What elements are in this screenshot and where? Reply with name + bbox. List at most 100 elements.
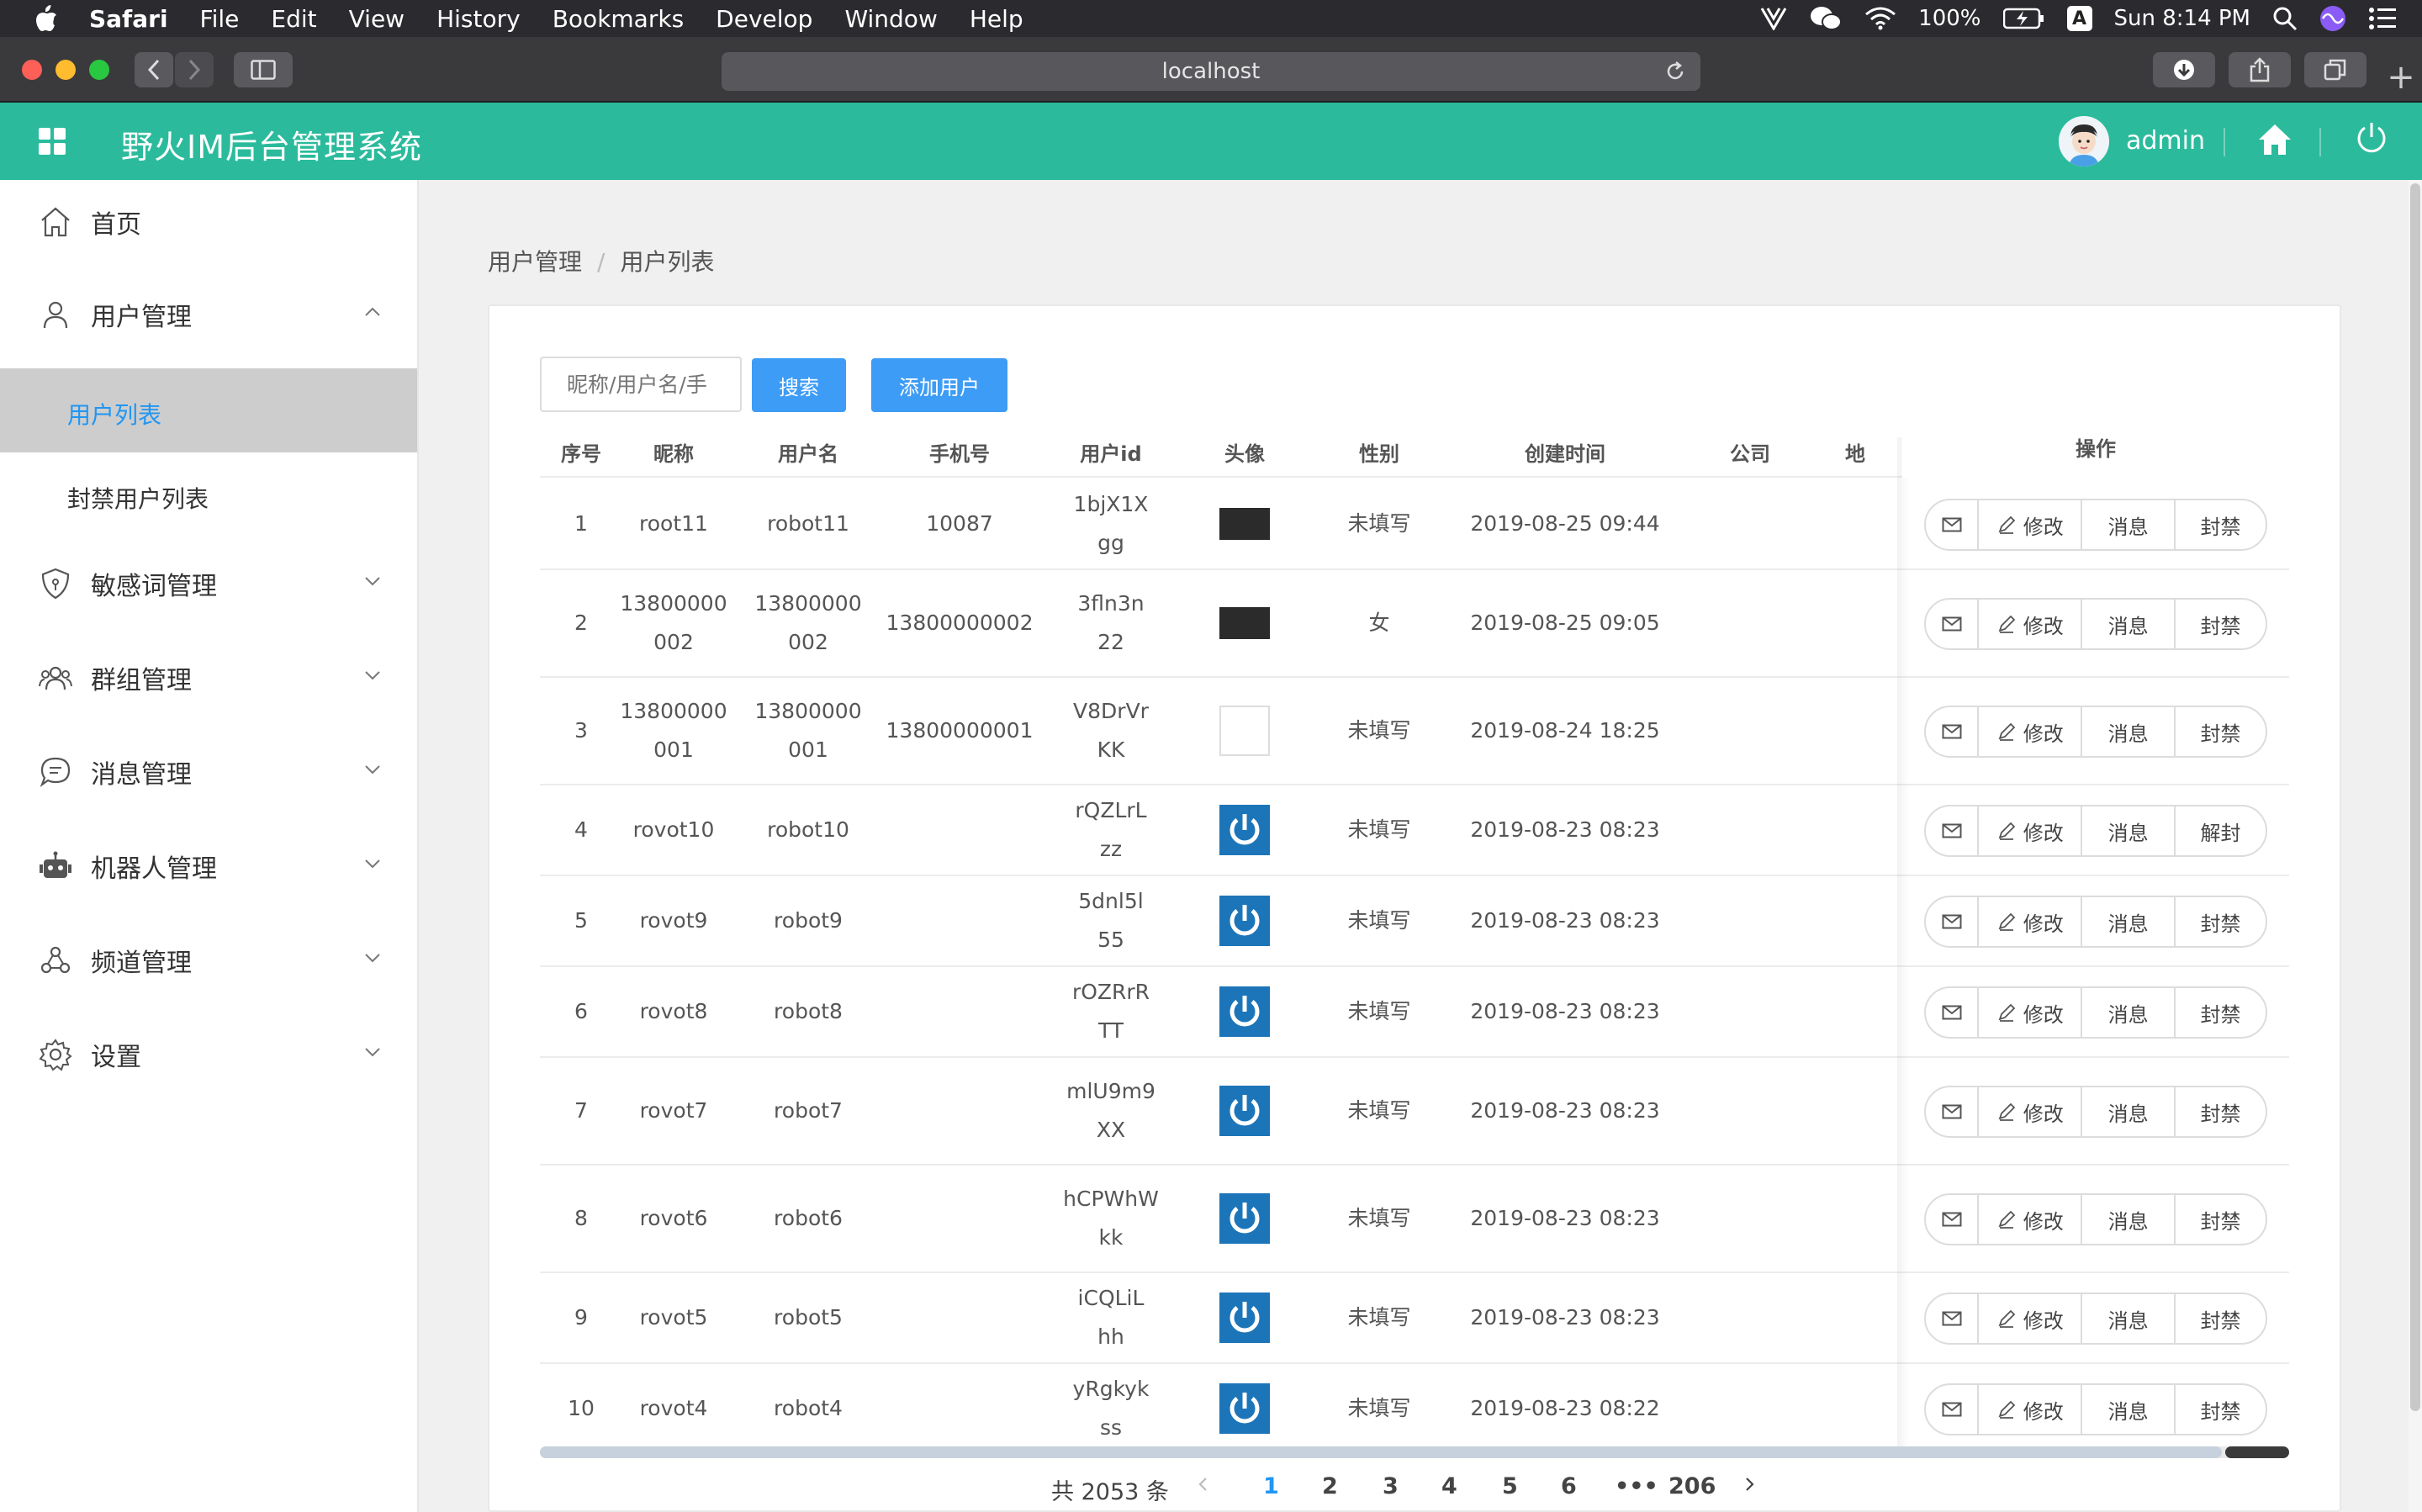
- scrollbar-thumb[interactable]: [2410, 183, 2420, 1411]
- page-5[interactable]: 5: [1502, 1473, 1518, 1499]
- menu-history[interactable]: History: [436, 5, 521, 33]
- column-header-username[interactable]: 用户名: [737, 437, 880, 467]
- breadcrumb-parent[interactable]: 用户管理: [488, 248, 582, 276]
- ban-toggle-button[interactable]: 解封: [2176, 806, 2266, 855]
- share-button[interactable]: [2229, 52, 2291, 87]
- edit-button[interactable]: 修改: [1979, 897, 2083, 946]
- wifi-icon[interactable]: [1864, 7, 1896, 30]
- sidebar-item-home[interactable]: 首页: [0, 180, 417, 264]
- window-close-button[interactable]: [22, 60, 42, 80]
- edit-button[interactable]: 修改: [1979, 500, 2083, 549]
- sidebar-item-user-list[interactable]: 用户列表: [0, 368, 417, 452]
- sidebar-item-user-management[interactable]: 用户管理: [0, 272, 417, 357]
- tabs-overview-button[interactable]: [2304, 52, 2366, 87]
- scrollbar-thumb[interactable]: [540, 1446, 2222, 1458]
- search-input[interactable]: [540, 357, 742, 412]
- back-button[interactable]: [135, 52, 173, 87]
- edit-button[interactable]: 修改: [1979, 1385, 2083, 1434]
- menu-file[interactable]: File: [200, 5, 240, 33]
- mail-button[interactable]: [1926, 600, 1980, 648]
- page-1[interactable]: 1: [1263, 1473, 1279, 1499]
- column-header-avatar[interactable]: 头像: [1182, 437, 1307, 467]
- sidebar-item-groups[interactable]: 群组管理: [0, 636, 417, 720]
- edit-button[interactable]: 修改: [1979, 806, 2083, 855]
- sidebar-toggle-button[interactable]: [234, 52, 293, 87]
- message-button[interactable]: 消息: [2082, 1087, 2176, 1136]
- ban-toggle-button[interactable]: 封禁: [2176, 1087, 2266, 1136]
- mail-button[interactable]: [1926, 1294, 1980, 1343]
- add-user-button[interactable]: 添加用户: [871, 358, 1007, 412]
- window-minimize-button[interactable]: [56, 60, 76, 80]
- window-zoom-button[interactable]: [89, 60, 109, 80]
- page-6[interactable]: 6: [1561, 1473, 1577, 1499]
- next-page-button[interactable]: [1742, 1472, 1756, 1503]
- battery-icon[interactable]: [2002, 8, 2045, 29]
- sidebar-item-banned-list[interactable]: 封禁用户列表: [0, 452, 417, 537]
- sidebar-item-sensitive-words[interactable]: 敏感词管理: [0, 542, 417, 626]
- home-icon[interactable]: [2257, 123, 2292, 156]
- sidebar-item-channels[interactable]: 频道管理: [0, 918, 417, 1002]
- mail-button[interactable]: [1926, 1195, 1980, 1244]
- column-header-gender[interactable]: 性别: [1307, 437, 1452, 467]
- avatar[interactable]: [2059, 116, 2109, 167]
- menubar-clock[interactable]: Sun 8:14 PM: [2114, 6, 2251, 31]
- page-2[interactable]: 2: [1322, 1473, 1338, 1499]
- page-3[interactable]: 3: [1383, 1473, 1399, 1499]
- column-header-address[interactable]: 地: [1822, 437, 1889, 467]
- page-ellipsis[interactable]: •••: [1615, 1473, 1658, 1499]
- address-bar[interactable]: localhost: [722, 52, 1700, 91]
- mail-button[interactable]: [1926, 707, 1980, 756]
- ban-toggle-button[interactable]: 封禁: [2176, 500, 2266, 549]
- column-header-userid[interactable]: 用户id: [1039, 437, 1182, 467]
- menu-bookmarks[interactable]: Bookmarks: [553, 5, 684, 33]
- ban-toggle-button[interactable]: 封禁: [2176, 988, 2266, 1037]
- mail-button[interactable]: [1926, 1385, 1980, 1434]
- apple-icon[interactable]: [34, 4, 59, 33]
- message-button[interactable]: 消息: [2082, 988, 2176, 1037]
- wechat-icon[interactable]: [1809, 5, 1843, 32]
- message-button[interactable]: 消息: [2082, 1385, 2176, 1434]
- mail-button[interactable]: [1926, 897, 1980, 946]
- menu-window[interactable]: Window: [844, 5, 937, 33]
- ban-toggle-button[interactable]: 封禁: [2176, 707, 2266, 756]
- ban-toggle-button[interactable]: 封禁: [2176, 1294, 2266, 1343]
- prev-page-button[interactable]: [1196, 1472, 1209, 1503]
- header-username[interactable]: admin: [2126, 126, 2205, 156]
- edit-button[interactable]: 修改: [1979, 1195, 2083, 1244]
- menu-app-name[interactable]: Safari: [89, 5, 168, 33]
- table-horizontal-scrollbar[interactable]: [540, 1446, 2289, 1458]
- page-vertical-scrollbar[interactable]: [2409, 180, 2422, 1512]
- mail-button[interactable]: [1926, 988, 1980, 1037]
- message-button[interactable]: 消息: [2082, 1294, 2176, 1343]
- message-button[interactable]: 消息: [2082, 600, 2176, 648]
- ban-toggle-button[interactable]: 封禁: [2176, 897, 2266, 946]
- message-button[interactable]: 消息: [2082, 500, 2176, 549]
- siri-icon[interactable]: [2319, 5, 2346, 32]
- message-button[interactable]: 消息: [2082, 707, 2176, 756]
- page-last[interactable]: 206: [1668, 1473, 1716, 1499]
- spotlight-search-icon[interactable]: [2272, 6, 2298, 31]
- input-source-icon[interactable]: A: [2066, 6, 2092, 31]
- column-header-company[interactable]: 公司: [1679, 437, 1822, 467]
- sidebar-item-settings[interactable]: 设置: [0, 1012, 417, 1097]
- mail-button[interactable]: [1926, 806, 1980, 855]
- power-icon[interactable]: [2355, 121, 2388, 155]
- new-tab-button[interactable]: +: [2380, 59, 2422, 96]
- reload-icon[interactable]: [1663, 60, 1687, 83]
- menu-view[interactable]: View: [349, 5, 405, 33]
- menu-develop[interactable]: Develop: [716, 5, 812, 33]
- forward-button[interactable]: [175, 52, 214, 87]
- vector-app-icon[interactable]: [1760, 7, 1787, 30]
- message-button[interactable]: 消息: [2082, 897, 2176, 946]
- ban-toggle-button[interactable]: 封禁: [2176, 600, 2266, 648]
- apps-grid-icon[interactable]: [39, 128, 66, 155]
- downloads-button[interactable]: [2153, 52, 2215, 87]
- mail-button[interactable]: [1926, 500, 1980, 549]
- message-button[interactable]: 消息: [2082, 1195, 2176, 1244]
- edit-button[interactable]: 修改: [1979, 988, 2083, 1037]
- column-header-actions[interactable]: 操作: [1902, 420, 2289, 478]
- page-4[interactable]: 4: [1441, 1473, 1457, 1499]
- edit-button[interactable]: 修改: [1979, 600, 2083, 648]
- search-button[interactable]: 搜索: [752, 358, 846, 412]
- notification-center-icon[interactable]: [2368, 7, 2397, 30]
